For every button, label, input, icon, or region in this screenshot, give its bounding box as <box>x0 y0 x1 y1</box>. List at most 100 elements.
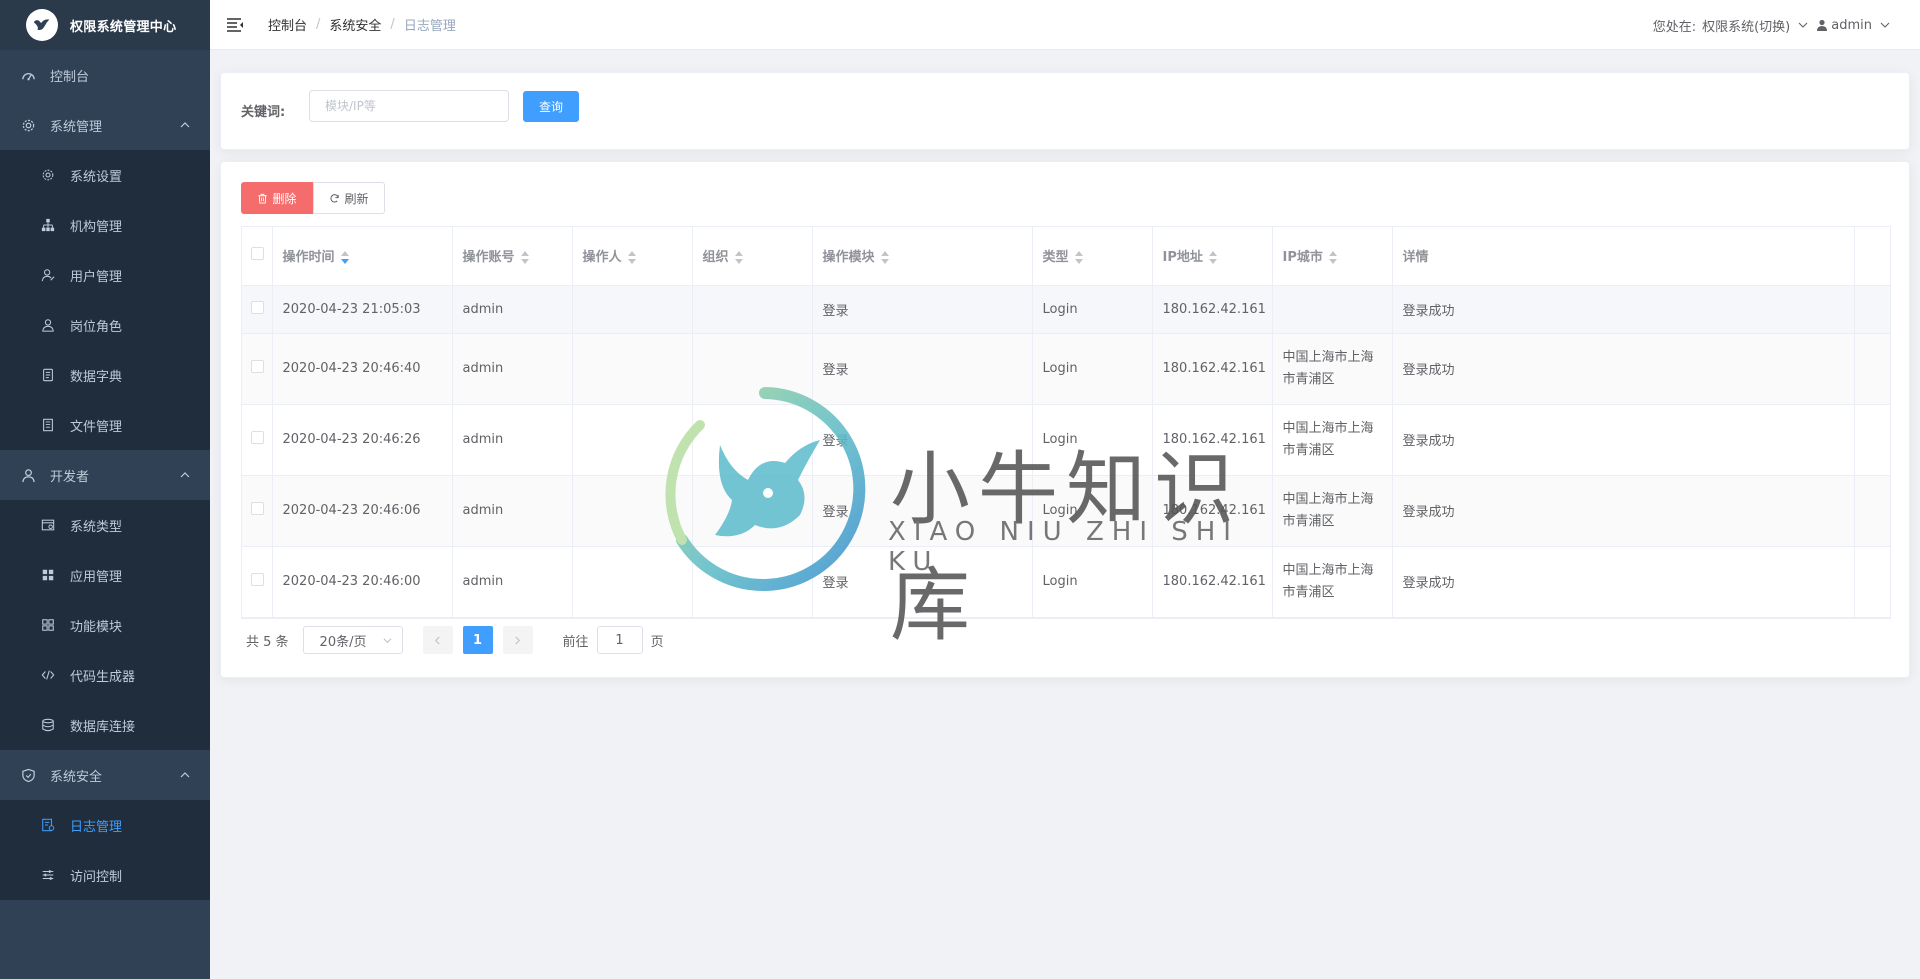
table-row[interactable]: 2020-04-23 20:46:26 admin 登录 Login 180.1… <box>242 404 1891 476</box>
menu-system-management-label: 系统管理 <box>50 119 103 135</box>
row-checkbox[interactable] <box>251 573 264 586</box>
table-row[interactable]: 2020-04-23 21:05:03 admin 登录 Login 180.1… <box>242 285 1891 334</box>
column-header[interactable]: 操作时间 <box>272 227 453 286</box>
sidebar-item-log-management[interactable]: 日志管理 <box>0 800 210 850</box>
sort-icon[interactable] <box>520 250 529 265</box>
sidebar-item-user-management[interactable]: 用户管理 <box>0 250 210 300</box>
column-header[interactable]: 类型 <box>1032 227 1153 286</box>
refresh-label: 刷新 <box>344 191 369 206</box>
cell-module: 登录 <box>812 546 1033 618</box>
keyword-input[interactable] <box>309 90 509 122</box>
column-header[interactable]: 组织 <box>692 227 813 286</box>
sidebar-logo[interactable]: 权限系统管理中心 <box>0 0 210 50</box>
sidebar-item-access-control[interactable]: 访问控制 <box>0 850 210 900</box>
submenu-developer: 系统类型 应用管理 功能模块 代码生成器 数据库连接 <box>0 500 210 750</box>
column-header: 详情 <box>1392 227 1855 286</box>
cell-type: Login <box>1032 546 1153 618</box>
cell-detail: 登录成功 <box>1392 546 1855 618</box>
org-tree-icon <box>40 217 56 233</box>
prev-page-button[interactable] <box>422 626 453 654</box>
cell-ip: 180.162.42.161 <box>1152 475 1273 547</box>
delete-button[interactable]: 删除 <box>241 182 313 214</box>
sidebar-item-label: 功能模块 <box>70 619 123 635</box>
sidebar-item-database-connection[interactable]: 数据库连接 <box>0 700 210 750</box>
cell-type: Login <box>1032 333 1153 405</box>
cell-gutter <box>1854 404 1891 476</box>
cell-detail: 登录成功 <box>1392 404 1855 476</box>
row-select-cell <box>242 404 273 476</box>
table-header-row: 操作时间 操作账号 操作人 组织 操作模块 类型 IP地址 IP城市 详情 <box>242 227 1891 286</box>
system-switch[interactable]: 权限系统(切换) <box>1702 16 1790 35</box>
row-checkbox[interactable] <box>251 360 264 373</box>
delete-label: 删除 <box>272 191 297 206</box>
sort-icon[interactable] <box>1208 250 1217 265</box>
cell-gutter <box>1854 333 1891 405</box>
menu-developer-label: 开发者 <box>50 469 90 485</box>
row-checkbox[interactable] <box>251 300 264 314</box>
sidebar-item-system-types[interactable]: 系统类型 <box>0 500 210 550</box>
sort-icon[interactable] <box>880 250 889 265</box>
column-header[interactable]: 操作账号 <box>452 227 573 286</box>
sidebar-item-post-roles[interactable]: 岗位角色 <box>0 300 210 350</box>
sidebar-item-system-settings[interactable]: 系统设置 <box>0 150 210 200</box>
shield-icon <box>20 767 36 783</box>
sidebar-item-function-modules[interactable]: 功能模块 <box>0 600 210 650</box>
sort-icon[interactable] <box>340 250 349 265</box>
table-row[interactable]: 2020-04-23 20:46:40 admin 登录 Login 180.1… <box>242 333 1891 405</box>
sliders-icon <box>40 867 56 883</box>
column-header[interactable]: 操作人 <box>572 227 693 286</box>
cell-time: 2020-04-23 20:46:40 <box>272 333 453 405</box>
sidebar-item-org-management[interactable]: 机构管理 <box>0 200 210 250</box>
cell-org <box>692 475 813 547</box>
column-header-gutter <box>1854 227 1891 286</box>
sidebar-item-app-management[interactable]: 应用管理 <box>0 550 210 600</box>
sort-icon[interactable] <box>734 250 743 265</box>
header-right: 您处在: 权限系统(切换) admin <box>1653 0 1890 50</box>
chevron-down-icon[interactable] <box>1798 20 1808 30</box>
sidebar-item-file-management[interactable]: 文件管理 <box>0 400 210 450</box>
column-header-label: 操作时间 <box>282 250 335 266</box>
page-size-select[interactable]: 20条/页 <box>302 626 403 654</box>
sort-icon[interactable] <box>627 250 636 265</box>
next-page-button[interactable] <box>502 626 533 654</box>
sort-icon[interactable] <box>1074 250 1083 265</box>
row-select-cell <box>242 285 273 334</box>
sidebar-item-data-dictionary[interactable]: 数据字典 <box>0 350 210 400</box>
breadcrumb-item[interactable]: 系统安全 <box>329 15 381 34</box>
grid-icon <box>40 567 56 583</box>
menu-system-security[interactable]: 系统安全 <box>0 750 210 800</box>
keyword-label: 关键词: <box>241 105 286 120</box>
cell-ip-city: 中国上海市上海市青浦区 <box>1272 475 1393 547</box>
table-row[interactable]: 2020-04-23 20:46:06 admin 登录 Login 180.1… <box>242 475 1891 547</box>
sidebar-item-label: 应用管理 <box>70 569 123 585</box>
hamburger-icon[interactable] <box>226 17 244 33</box>
page-number-current[interactable]: 1 <box>462 626 493 654</box>
cell-org <box>692 333 813 405</box>
column-header[interactable]: IP城市 <box>1272 227 1393 286</box>
refresh-button[interactable]: 刷新 <box>313 182 385 214</box>
goto-page-input[interactable] <box>596 626 643 654</box>
username[interactable]: admin <box>1831 18 1872 33</box>
menu-dashboard-label: 控制台 <box>50 69 90 85</box>
column-header[interactable]: 操作模块 <box>812 227 1033 286</box>
user-icon <box>1817 19 1828 31</box>
menu-dashboard[interactable]: 控制台 <box>0 50 210 100</box>
menu-system-management[interactable]: 系统管理 <box>0 100 210 150</box>
query-button[interactable]: 查询 <box>523 91 579 122</box>
cell-type: Login <box>1032 404 1153 476</box>
column-header[interactable]: IP地址 <box>1152 227 1273 286</box>
column-header-label: 操作模块 <box>822 250 875 266</box>
cell-ip: 180.162.42.161 <box>1152 404 1273 476</box>
chevron-down-icon[interactable] <box>1880 20 1890 30</box>
sidebar-item-code-generator[interactable]: 代码生成器 <box>0 650 210 700</box>
cell-gutter <box>1854 546 1891 618</box>
breadcrumb-item[interactable]: 控制台 <box>268 15 307 34</box>
row-checkbox[interactable] <box>251 431 264 444</box>
pagination-total: 共 5 条 <box>246 634 289 650</box>
table-row[interactable]: 2020-04-23 20:46:00 admin 登录 Login 180.1… <box>242 546 1891 618</box>
select-all-checkbox[interactable] <box>251 247 264 261</box>
menu-developer[interactable]: 开发者 <box>0 450 210 500</box>
app-title: 权限系统管理中心 <box>70 19 177 35</box>
row-checkbox[interactable] <box>251 502 264 515</box>
sort-icon[interactable] <box>1328 250 1337 265</box>
